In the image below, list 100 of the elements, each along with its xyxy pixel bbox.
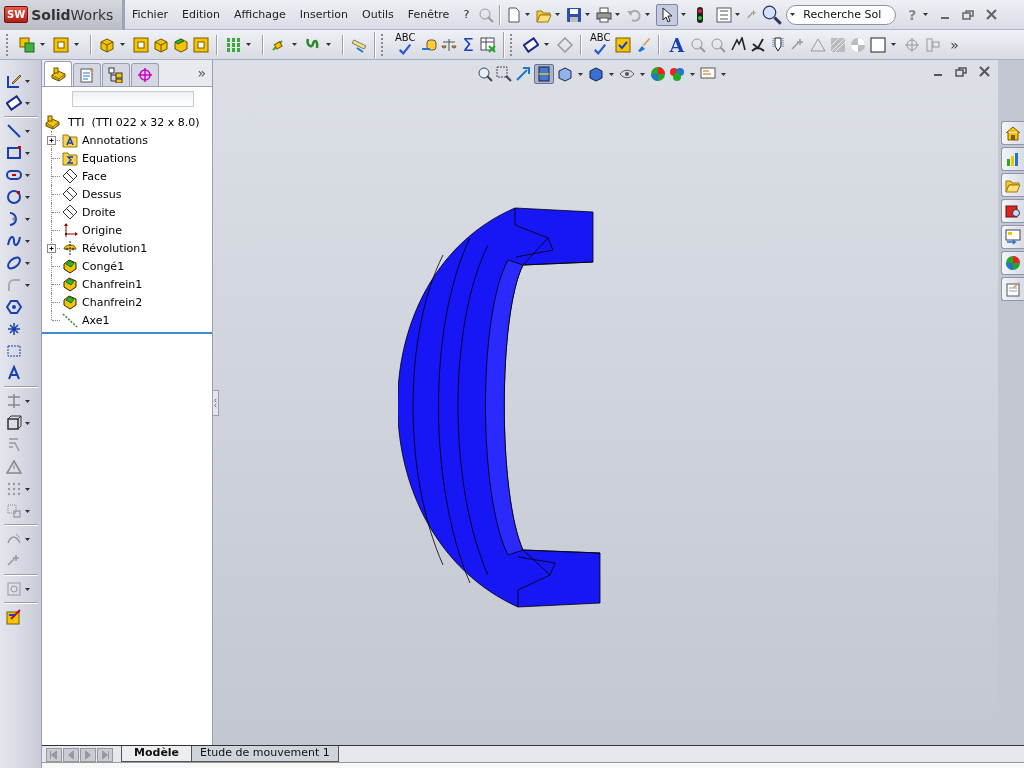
dropdown-caret-icon[interactable] bbox=[640, 72, 645, 76]
weld-symbol-icon[interactable] bbox=[750, 36, 767, 53]
tree-item[interactable]: Chanfrein1 bbox=[82, 277, 143, 291]
dot-grid-icon[interactable] bbox=[6, 481, 22, 497]
edit-sketch-icon[interactable] bbox=[6, 609, 22, 625]
dimxpert-tab[interactable] bbox=[131, 63, 159, 86]
spellcheck-label[interactable]: ABC bbox=[589, 33, 611, 42]
view-palette-tab[interactable] bbox=[1001, 225, 1024, 249]
dropdown-caret-icon[interactable] bbox=[25, 173, 30, 177]
pattern-grid-icon[interactable] bbox=[225, 36, 241, 53]
display-style-icon[interactable] bbox=[588, 66, 604, 82]
overflow-button[interactable]: » bbox=[950, 36, 959, 53]
menu-item[interactable]: Outils bbox=[355, 8, 401, 21]
checkbox-icon[interactable] bbox=[615, 36, 632, 53]
zoom-to-fit-icon[interactable] bbox=[477, 66, 493, 82]
dropdown-caret-icon[interactable] bbox=[25, 101, 30, 105]
home-tab[interactable] bbox=[1001, 121, 1024, 145]
search-results-tab[interactable] bbox=[1001, 199, 1024, 223]
dropdown-caret-icon[interactable] bbox=[246, 43, 251, 46]
dropdown-caret-icon[interactable] bbox=[615, 13, 621, 16]
save-icon[interactable] bbox=[566, 6, 583, 23]
view-settings-icon[interactable] bbox=[700, 66, 716, 82]
slot-icon[interactable] bbox=[6, 167, 22, 183]
dropdown-caret-icon[interactable] bbox=[585, 13, 591, 16]
menu-item[interactable]: ? bbox=[456, 8, 477, 21]
dropdown-caret-icon[interactable] bbox=[609, 72, 614, 76]
dropdown-caret-icon[interactable] bbox=[25, 261, 30, 265]
circle-icon[interactable] bbox=[6, 189, 22, 205]
check-mark-icon[interactable] bbox=[398, 42, 413, 56]
panel-collapse-handle[interactable] bbox=[213, 390, 219, 416]
menu-item[interactable]: Affichage bbox=[227, 8, 293, 21]
dropdown-caret-icon[interactable] bbox=[25, 487, 30, 491]
configuration-tab[interactable] bbox=[102, 63, 130, 86]
tree-item[interactable]: Droite bbox=[82, 205, 116, 219]
design-library-tab[interactable] bbox=[1001, 147, 1024, 171]
dropdown-caret-icon[interactable] bbox=[25, 129, 30, 133]
box-icon[interactable] bbox=[153, 36, 169, 53]
tree-item[interactable]: Origine bbox=[82, 223, 122, 237]
block-icon[interactable] bbox=[870, 36, 887, 53]
dropdown-caret-icon[interactable] bbox=[25, 399, 30, 403]
bottom-tab[interactable]: Modèle bbox=[121, 746, 193, 762]
overflow-button[interactable]: » bbox=[197, 65, 206, 81]
sum-button[interactable]: Σ bbox=[462, 35, 474, 54]
previous-view-icon[interactable] bbox=[515, 66, 531, 82]
balance-scale-icon[interactable] bbox=[440, 36, 457, 53]
check-mark-icon[interactable] bbox=[593, 42, 608, 56]
tree-item[interactable]: Chanfrein2 bbox=[82, 295, 143, 309]
warning-triangle-icon[interactable] bbox=[6, 459, 22, 475]
tree-item[interactable]: Révolution1 bbox=[82, 241, 148, 255]
checklist-icon[interactable] bbox=[716, 6, 733, 23]
dropdown-caret-icon[interactable] bbox=[555, 13, 561, 16]
dropdown-caret-icon[interactable] bbox=[74, 43, 79, 46]
zoom-area-icon[interactable] bbox=[496, 66, 512, 82]
extrude-icon[interactable] bbox=[99, 36, 115, 53]
printer-icon[interactable] bbox=[596, 6, 613, 23]
dropdown-caret-icon[interactable] bbox=[735, 13, 741, 16]
point-icon[interactable] bbox=[6, 321, 22, 337]
ellipse-icon[interactable] bbox=[6, 255, 22, 271]
solid-box-icon[interactable] bbox=[173, 36, 189, 53]
custom-properties-tab[interactable] bbox=[1001, 277, 1024, 301]
dropdown-caret-icon[interactable] bbox=[25, 239, 30, 243]
dropdown-caret-icon[interactable] bbox=[25, 283, 30, 287]
tree-root[interactable]: TTI (TTI 022 x 32 x 8.0) bbox=[68, 115, 200, 129]
dropdown-caret-icon[interactable] bbox=[543, 43, 549, 46]
dropdown-caret-icon[interactable] bbox=[923, 13, 929, 16]
view-orientation-icon[interactable] bbox=[557, 66, 573, 82]
dropdown-caret-icon[interactable] bbox=[25, 509, 30, 513]
close-icon[interactable] bbox=[986, 9, 998, 20]
spellcheck-label[interactable]: ABC bbox=[395, 33, 416, 42]
menu-item[interactable]: Insertion bbox=[292, 8, 355, 21]
assembly-icon[interactable] bbox=[19, 36, 35, 53]
smart-dimension-icon[interactable] bbox=[6, 95, 22, 111]
property-tab[interactable] bbox=[73, 63, 101, 86]
table-icon[interactable] bbox=[479, 36, 496, 53]
line-icon[interactable] bbox=[6, 123, 22, 139]
feature-tree-tab[interactable] bbox=[44, 61, 72, 86]
menu-item[interactable]: Fenêtre bbox=[400, 8, 457, 21]
tree-item[interactable]: Axe1 bbox=[82, 313, 110, 327]
dropdown-caret-icon[interactable] bbox=[645, 13, 651, 16]
close-icon[interactable] bbox=[979, 66, 990, 77]
tree-item[interactable]: Dessus bbox=[82, 187, 122, 201]
tree-item[interactable]: Congé1 bbox=[82, 259, 125, 273]
appearances-tab[interactable] bbox=[1001, 251, 1024, 275]
tree-item[interactable]: Face bbox=[82, 169, 107, 183]
text-icon[interactable] bbox=[6, 365, 22, 381]
tape-measure-icon[interactable] bbox=[420, 36, 437, 53]
expand-icon[interactable] bbox=[47, 244, 56, 253]
dropdown-caret-icon[interactable] bbox=[25, 151, 30, 155]
paint-brush-icon[interactable] bbox=[635, 36, 652, 53]
expand-icon[interactable] bbox=[47, 136, 56, 145]
menu-item[interactable]: Edition bbox=[174, 8, 227, 21]
scene-icon[interactable] bbox=[669, 66, 685, 82]
dropdown-caret-icon[interactable] bbox=[525, 13, 531, 16]
tree-item[interactable]: Annotations bbox=[82, 133, 149, 147]
dropdown-caret-icon[interactable] bbox=[721, 72, 726, 76]
note-button[interactable]: A bbox=[669, 35, 685, 54]
dropdown-caret-icon[interactable] bbox=[681, 13, 687, 16]
dropdown-caret-icon[interactable] bbox=[690, 72, 695, 76]
dropdown-caret-icon[interactable] bbox=[578, 72, 583, 76]
convert-entities-icon[interactable] bbox=[6, 415, 22, 431]
